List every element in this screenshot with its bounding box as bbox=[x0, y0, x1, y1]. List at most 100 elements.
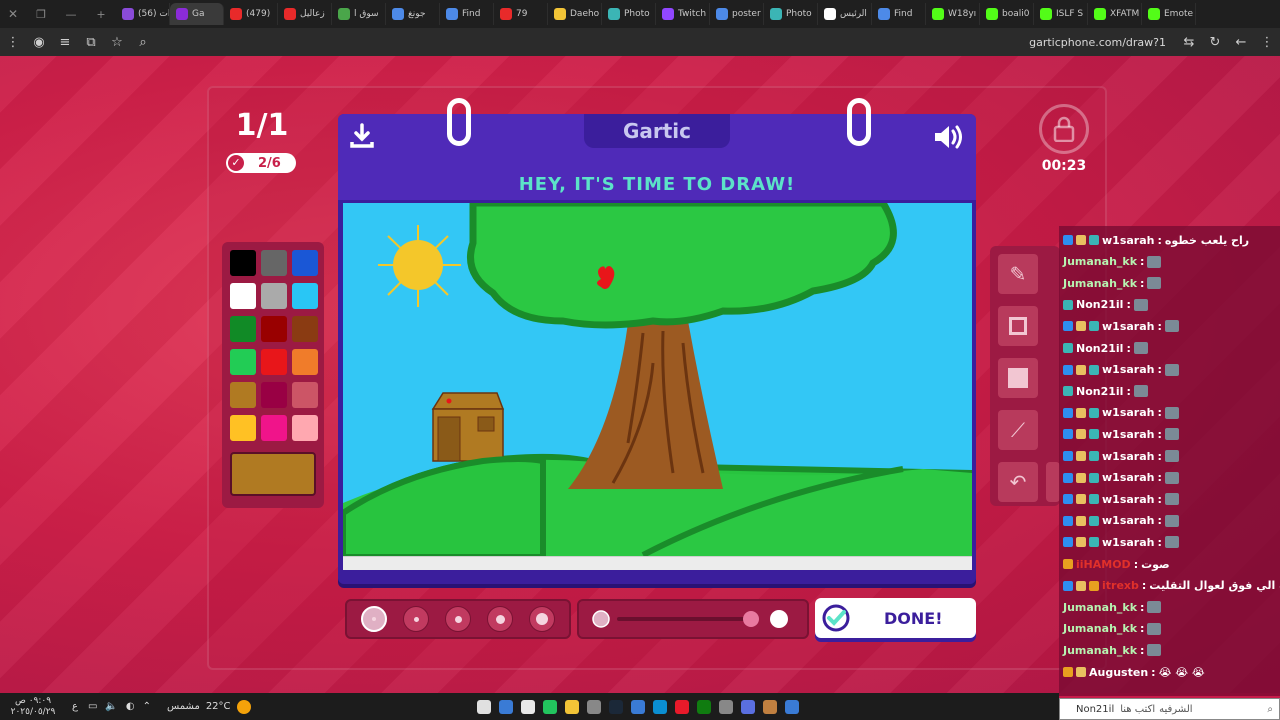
chat-username[interactable]: iiHAMOD bbox=[1076, 558, 1131, 571]
color-swatch[interactable] bbox=[261, 250, 287, 276]
color-swatch[interactable] bbox=[230, 415, 256, 441]
url-field[interactable]: garticphone.com/draw?1 bbox=[1029, 36, 1166, 49]
minimize-window-icon[interactable]: — bbox=[56, 8, 86, 21]
undo-tool[interactable]: ↶ bbox=[998, 462, 1038, 502]
language-indicator[interactable]: ع bbox=[72, 701, 78, 712]
chat-username[interactable]: Jumanah_kk bbox=[1063, 277, 1137, 290]
taskbar-app-icon[interactable] bbox=[627, 698, 649, 716]
chat-username[interactable]: Jumanah_kk bbox=[1063, 601, 1137, 614]
opacity-slider[interactable] bbox=[577, 599, 809, 639]
browser-tab[interactable]: زعاليل bbox=[278, 3, 332, 25]
sidebar-toggle-icon[interactable]: ⋮ bbox=[0, 35, 26, 50]
chat-search-icon[interactable]: ⌕ bbox=[1267, 704, 1273, 715]
taskbar-app-icon[interactable] bbox=[583, 698, 605, 716]
outline-rectangle-tool[interactable] bbox=[998, 306, 1038, 346]
speaker-icon[interactable]: 🔈 bbox=[105, 701, 117, 712]
chat-username[interactable]: Non21il bbox=[1076, 298, 1123, 311]
browser-tab[interactable]: الرئيس bbox=[818, 3, 872, 25]
browser-tab[interactable]: XFATM bbox=[1088, 3, 1142, 25]
reading-list-icon[interactable]: ≡ bbox=[52, 35, 78, 50]
browser-tab[interactable]: Daeho bbox=[548, 3, 602, 25]
color-swatch[interactable] bbox=[292, 250, 318, 276]
chat-username[interactable]: w1sarah bbox=[1102, 493, 1154, 506]
tray-chevron-icon[interactable]: ⌃ bbox=[143, 701, 151, 712]
taskbar-app-icon[interactable] bbox=[759, 698, 781, 716]
brush-size-option[interactable] bbox=[445, 606, 471, 632]
site-settings-icon[interactable]: ⇆ bbox=[1176, 35, 1202, 50]
browser-tab[interactable]: Emote bbox=[1142, 3, 1196, 25]
chat-username[interactable]: w1sarah bbox=[1102, 406, 1154, 419]
taskbar-app-icon[interactable] bbox=[693, 698, 715, 716]
taskbar-app-icon[interactable] bbox=[517, 698, 539, 716]
profile-icon[interactable]: ◉ bbox=[26, 35, 52, 50]
pencil-tool[interactable]: ✎ bbox=[998, 254, 1038, 294]
chat-username[interactable]: Augusten bbox=[1089, 666, 1148, 679]
bookmark-star-icon[interactable]: ☆ bbox=[104, 35, 130, 50]
brush-size-option[interactable] bbox=[403, 606, 429, 632]
chat-username[interactable]: Jumanah_kk bbox=[1063, 255, 1137, 268]
color-swatch[interactable] bbox=[230, 283, 256, 309]
chat-username[interactable]: w1sarah bbox=[1102, 234, 1154, 247]
browser-tab[interactable]: Photo bbox=[602, 3, 656, 25]
brush-size-option[interactable] bbox=[361, 606, 387, 632]
chat-username[interactable]: Non21il bbox=[1076, 342, 1123, 355]
color-swatch[interactable] bbox=[261, 415, 287, 441]
chat-username[interactable]: Non21il bbox=[1076, 385, 1123, 398]
color-swatch[interactable] bbox=[230, 349, 256, 375]
color-swatch[interactable] bbox=[292, 283, 318, 309]
browser-tab[interactable]: (479) bbox=[224, 3, 278, 25]
color-swatch[interactable] bbox=[261, 283, 287, 309]
taskbar-app-icon[interactable] bbox=[649, 698, 671, 716]
weather-widget[interactable]: مشمس 22°C bbox=[167, 699, 251, 714]
browser-tab[interactable]: Find bbox=[872, 3, 926, 25]
browser-tab[interactable]: ISLF S bbox=[1034, 3, 1088, 25]
taskbar-app-icon[interactable] bbox=[561, 698, 583, 716]
chat-username[interactable]: Jumanah_kk bbox=[1063, 644, 1137, 657]
color-swatch[interactable] bbox=[292, 382, 318, 408]
brush-size-option[interactable] bbox=[487, 606, 513, 632]
browser-tab[interactable]: Find bbox=[440, 3, 494, 25]
color-swatch[interactable] bbox=[261, 382, 287, 408]
chat-username[interactable]: itrexb bbox=[1102, 579, 1139, 592]
taskbar-app-icon[interactable] bbox=[605, 698, 627, 716]
taskbar-app-icon[interactable] bbox=[715, 698, 737, 716]
browser-tab[interactable]: poster bbox=[710, 3, 764, 25]
back-icon[interactable]: ← bbox=[1228, 35, 1254, 50]
browser-tab[interactable]: boali0 bbox=[980, 3, 1034, 25]
taskbar-app-icon[interactable] bbox=[539, 698, 561, 716]
chat-username[interactable]: w1sarah bbox=[1102, 471, 1154, 484]
notification-icon[interactable]: ▭ bbox=[88, 701, 97, 712]
browser-tab[interactable]: جونغ bbox=[386, 3, 440, 25]
filled-rectangle-tool[interactable] bbox=[998, 358, 1038, 398]
taskbar-app-icon[interactable] bbox=[781, 698, 803, 716]
clock[interactable]: ٠٩:٠٩ ص ٢٠٢٥/٠٥/٢٩ bbox=[0, 696, 66, 718]
color-swatch[interactable] bbox=[230, 250, 256, 276]
chat-username[interactable]: w1sarah bbox=[1102, 514, 1154, 527]
menu-icon[interactable]: ⋮ bbox=[1254, 35, 1280, 50]
lock-button[interactable] bbox=[1039, 104, 1089, 154]
color-swatch[interactable] bbox=[292, 316, 318, 342]
close-window-icon[interactable]: ✕ bbox=[0, 7, 26, 21]
browser-tab[interactable]: ات (56) bbox=[116, 3, 170, 25]
brush-size-option[interactable] bbox=[529, 606, 555, 632]
new-tab-icon[interactable]: + bbox=[86, 8, 116, 21]
volume-icon[interactable] bbox=[932, 122, 966, 152]
restore-window-icon[interactable]: ❐ bbox=[26, 8, 56, 21]
chat-username[interactable]: w1sarah bbox=[1102, 536, 1154, 549]
chat-username[interactable]: w1sarah bbox=[1102, 450, 1154, 463]
chat-username[interactable]: w1sarah bbox=[1102, 428, 1154, 441]
browser-tab[interactable]: سوق ا bbox=[332, 3, 386, 25]
color-swatch[interactable] bbox=[230, 382, 256, 408]
color-swatch[interactable] bbox=[261, 349, 287, 375]
color-swatch[interactable] bbox=[230, 316, 256, 342]
chat-input[interactable]: Non21il اكتب هنا الشرفيه ⌕ bbox=[1059, 698, 1280, 720]
taskbar-app-icon[interactable] bbox=[473, 698, 495, 716]
browser-tab[interactable]: Ga bbox=[170, 3, 224, 25]
taskbar-app-icon[interactable] bbox=[495, 698, 517, 716]
browser-tab[interactable]: Twitch bbox=[656, 3, 710, 25]
line-tool[interactable]: ⟋ bbox=[998, 410, 1038, 450]
reload-icon[interactable]: ↻ bbox=[1202, 35, 1228, 50]
zoom-icon[interactable]: ⌕ bbox=[130, 35, 156, 50]
chat-username[interactable]: w1sarah bbox=[1102, 363, 1154, 376]
browser-tab[interactable]: Photo bbox=[764, 3, 818, 25]
